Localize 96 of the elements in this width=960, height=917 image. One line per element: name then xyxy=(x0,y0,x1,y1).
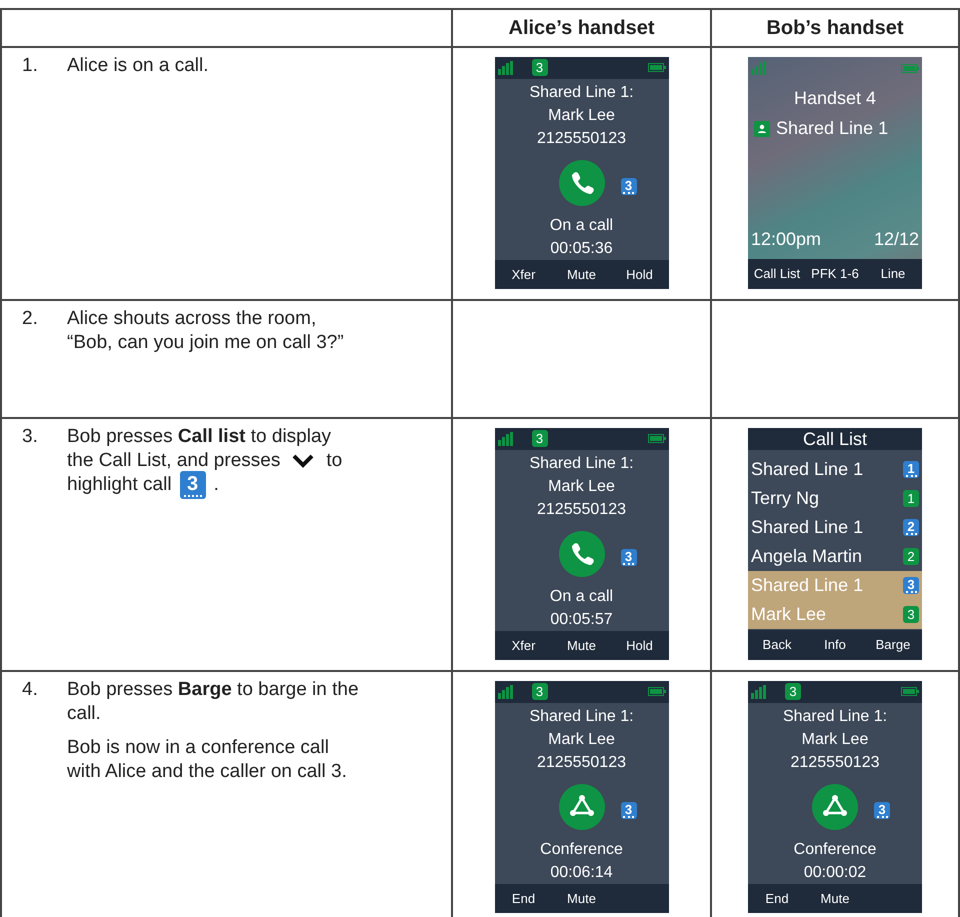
softkey[interactable]: Mute xyxy=(552,264,610,284)
softkey[interactable]: Hold xyxy=(610,636,668,656)
conference-icon xyxy=(812,784,858,830)
step-text: highlight call xyxy=(67,473,172,497)
battery-icon xyxy=(901,64,919,72)
call-list-item[interactable]: Terry Ng 1 xyxy=(748,484,922,513)
caller-info: Shared Line 1: xyxy=(782,706,888,727)
caller-info: Mark Lee xyxy=(548,476,615,497)
shared-call-badge: 1 xyxy=(903,461,919,478)
call-timer: 00:00:02 xyxy=(804,862,866,883)
battery-icon xyxy=(648,434,666,444)
line-name: Shared Line 1 xyxy=(776,117,888,140)
call-list-item[interactable]: Shared Line 1 3 xyxy=(748,571,922,600)
caller-info: Shared Line 1: xyxy=(529,82,634,103)
shared-call-badge: 3 xyxy=(903,577,919,594)
contact-icon xyxy=(754,120,770,136)
call-list-item[interactable]: Shared Line 1 2 xyxy=(748,513,922,542)
shared-call-badge: 2 xyxy=(903,519,919,536)
call-badge: 3 xyxy=(532,430,548,448)
shared-call-badge: 3 xyxy=(180,471,206,499)
call-badge: 3 xyxy=(785,683,801,700)
call-timer: 00:05:36 xyxy=(550,238,613,259)
step-text: “Bob, can you join me on call 3?” xyxy=(67,331,344,355)
phone-icon xyxy=(558,530,604,577)
caller-info: Mark Lee xyxy=(548,106,615,126)
battery-icon xyxy=(648,63,666,72)
step-text: Bob is now in a conference call xyxy=(67,736,329,760)
step-text: with Alice and the caller on call 3. xyxy=(67,760,347,784)
caller-info: 2125550123 xyxy=(790,752,880,773)
signal-icon xyxy=(498,60,514,75)
caller-info: Shared Line 1: xyxy=(529,706,634,727)
signal-icon xyxy=(498,684,514,699)
clock-time: 12:00pm xyxy=(751,228,822,251)
battery-icon xyxy=(648,687,666,696)
call-badge: 2 xyxy=(903,548,919,565)
softkey[interactable]: Xfer xyxy=(494,264,552,284)
softkey[interactable]: Hold xyxy=(610,264,668,284)
call-status: Conference xyxy=(540,840,623,860)
step-text: Alice is on a call. xyxy=(67,54,209,78)
call-timer: 00:06:14 xyxy=(550,862,613,883)
shared-call-badge: 3 xyxy=(620,802,636,819)
caller-info: 2125550123 xyxy=(537,128,626,149)
step-number: 2. xyxy=(22,307,39,331)
step-text: . xyxy=(214,473,219,497)
phone-icon xyxy=(558,160,604,206)
step-text: to xyxy=(326,449,342,473)
shared-call-badge: 3 xyxy=(874,802,890,819)
step-text: Bob presses Barge to barge in the xyxy=(67,678,359,702)
shared-call-badge: 3 xyxy=(620,548,636,566)
column-heading: Bob’s handset xyxy=(766,16,904,41)
battery-icon xyxy=(901,687,919,696)
signal-icon xyxy=(751,684,767,699)
call-status: Conference xyxy=(794,840,876,860)
chevron-down-icon xyxy=(291,453,316,469)
signal-icon xyxy=(751,61,767,75)
softkey[interactable]: Mute xyxy=(552,888,610,908)
call-timer: 00:05:57 xyxy=(550,610,613,630)
caller-info: 2125550123 xyxy=(537,500,626,520)
call-badge: 3 xyxy=(532,683,548,700)
softkey[interactable]: Barge xyxy=(864,635,922,655)
softkey[interactable]: Mute xyxy=(552,636,610,656)
softkey[interactable]: Back xyxy=(748,635,806,655)
softkey[interactable]: PFK 1-6 xyxy=(806,264,864,284)
softkey[interactable]: Xfer xyxy=(494,636,552,656)
softkey[interactable]: End xyxy=(748,888,806,908)
step-text: the Call List, and presses xyxy=(67,449,280,473)
softkey[interactable]: Line xyxy=(864,264,922,284)
call-status: On a call xyxy=(550,216,614,236)
date: 12/12 xyxy=(874,228,919,251)
call-status: On a call xyxy=(550,586,614,607)
call-badge: 3 xyxy=(903,606,919,623)
step-text: Alice shouts across the room, xyxy=(67,307,316,331)
call-badge: 1 xyxy=(903,490,919,507)
screen-title: Call List xyxy=(748,428,922,450)
softkey[interactable]: Mute xyxy=(806,888,864,908)
column-heading: Alice’s handset xyxy=(508,16,654,41)
caller-info: Mark Lee xyxy=(548,730,615,750)
caller-info: Shared Line 1: xyxy=(529,454,634,474)
caller-info: 2125550123 xyxy=(537,752,626,773)
step-text: Bob presses Call list to display xyxy=(67,425,332,449)
shared-call-badge: 3 xyxy=(620,178,636,195)
call-badge: 3 xyxy=(532,59,548,76)
step-number: 4. xyxy=(22,678,39,702)
softkey[interactable]: End xyxy=(494,888,552,908)
signal-icon xyxy=(498,432,514,446)
call-list-item[interactable]: Mark Lee 3 xyxy=(748,600,922,629)
caller-info: Mark Lee xyxy=(802,730,868,750)
handset-name: Handset 4 xyxy=(792,87,878,110)
call-list-item[interactable]: Angela Martin 2 xyxy=(748,542,922,571)
call-list-item[interactable]: Shared Line 1 1 xyxy=(748,455,922,484)
softkey[interactable]: Info xyxy=(806,635,864,655)
step-number: 1. xyxy=(22,54,39,78)
conference-icon xyxy=(558,784,604,830)
step-number: 3. xyxy=(22,425,39,449)
step-text: call. xyxy=(67,702,101,726)
softkey[interactable]: Call List xyxy=(748,264,806,284)
